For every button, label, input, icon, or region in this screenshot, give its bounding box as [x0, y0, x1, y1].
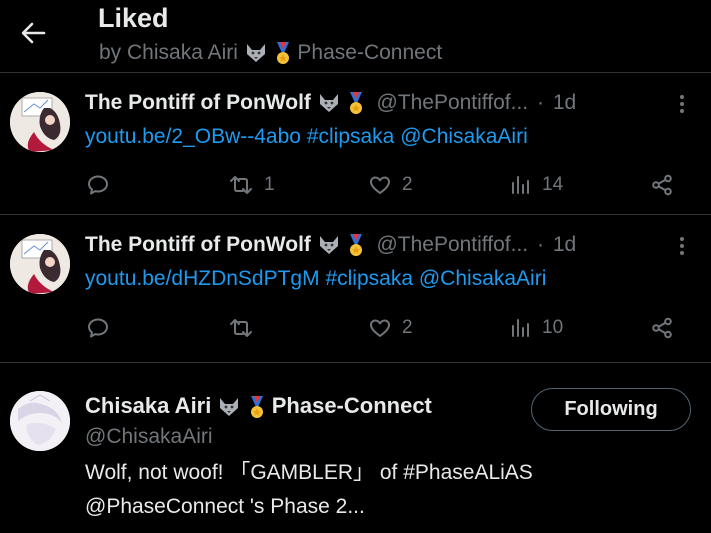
author-name[interactable]: The Pontiff of PonWolf	[85, 233, 311, 256]
avatar-image	[10, 92, 70, 152]
post-hashtag[interactable]: #clipsaka	[307, 125, 395, 148]
views-count: 10	[542, 317, 564, 338]
post-mention[interactable]: @ChisakaAiri	[419, 267, 547, 290]
medal-emoji-icon	[250, 396, 263, 419]
views-chart-icon	[512, 319, 529, 337]
repost-button[interactable]: 1	[228, 170, 275, 200]
arrow-left-icon	[21, 22, 46, 44]
separator-dot: ·	[536, 91, 544, 114]
reply-icon	[88, 175, 108, 195]
post-header: The Pontiff of PonWolf @ThePontiffof... …	[85, 233, 576, 257]
avatar-image	[10, 234, 70, 294]
wolf-emoji-icon	[319, 94, 338, 113]
post-header: The Pontiff of PonWolf @ThePontiffof... …	[85, 91, 576, 115]
wolf-emoji-icon	[319, 236, 338, 255]
page-subtitle: by Chisaka Airi Phase-Connect	[99, 41, 442, 65]
separator-dot: ·	[536, 233, 544, 256]
account-handle[interactable]: @ChisakaAiri	[85, 425, 213, 449]
like-count: 2	[402, 317, 413, 338]
post-text: youtu.be/2_OBw--4abo #clipsaka @ChisakaA…	[85, 125, 528, 149]
post-text: youtu.be/dHZDnSdPTgM #clipsaka @ChisakaA…	[85, 267, 546, 291]
post-actions: 1 2 14	[0, 170, 711, 200]
post[interactable]: The Pontiff of PonWolf @ThePontiffof... …	[0, 73, 711, 215]
author-handle[interactable]: @ThePontiffof...	[376, 233, 528, 256]
page-title: Liked	[98, 3, 169, 33]
account-bio: Wolf, not woof! 「GAMBLER」 of #PhaseALiAS…	[85, 456, 685, 524]
post-actions: 2 10	[0, 313, 711, 343]
post-time[interactable]: 1d	[553, 233, 576, 256]
following-button[interactable]: Following	[531, 388, 691, 431]
share-icon	[652, 317, 672, 339]
bio-line: Wolf, not woof! 「GAMBLER」 of #PhaseALiAS	[85, 461, 533, 484]
liked-page: Liked by Chisaka Airi Phase-Connect The …	[0, 0, 711, 533]
post-time[interactable]: 1d	[553, 91, 576, 114]
author-name[interactable]: The Pontiff of PonWolf	[85, 91, 311, 114]
like-button[interactable]: 2	[368, 313, 413, 343]
avatar[interactable]	[10, 92, 70, 152]
wolf-emoji-icon	[246, 44, 265, 63]
bio-line: @PhaseConnect 's Phase 2...	[85, 495, 365, 518]
subtitle-prefix: by Chisaka Airi	[99, 41, 238, 64]
more-vertical-icon	[680, 95, 684, 113]
avatar[interactable]	[10, 234, 70, 294]
header: Liked by Chisaka Airi Phase-Connect	[0, 0, 711, 73]
avatar-image	[10, 391, 70, 451]
repost-button[interactable]	[228, 313, 264, 343]
more-options-button[interactable]	[677, 93, 687, 117]
heart-icon	[370, 176, 390, 194]
medal-emoji-icon	[276, 42, 289, 65]
views-count: 14	[542, 174, 564, 195]
like-button[interactable]: 2	[368, 170, 413, 200]
repost-icon	[230, 319, 252, 337]
post-link[interactable]: youtu.be/dHZDnSdPTgM	[85, 267, 320, 290]
views-button[interactable]: 14	[510, 170, 563, 200]
post-link[interactable]: youtu.be/2_OBw--4abo	[85, 125, 301, 148]
heart-icon	[370, 319, 390, 337]
share-icon	[652, 174, 672, 196]
reply-icon	[88, 318, 108, 338]
account-name-suffix: Phase-Connect	[271, 393, 432, 418]
medal-emoji-icon	[349, 92, 362, 115]
more-options-button[interactable]	[677, 235, 687, 259]
author-handle[interactable]: @ThePontiffof...	[376, 91, 528, 114]
subtitle-suffix: Phase-Connect	[297, 41, 443, 64]
back-button[interactable]	[18, 18, 48, 48]
account-name[interactable]: Chisaka Airi Phase-Connect	[85, 393, 432, 419]
post-hashtag[interactable]: #clipsaka	[325, 267, 413, 290]
like-count: 2	[402, 174, 413, 195]
post-mention[interactable]: @ChisakaAiri	[400, 125, 528, 148]
views-chart-icon	[512, 176, 529, 194]
account-avatar[interactable]	[10, 391, 70, 451]
reply-button[interactable]	[86, 313, 120, 343]
repost-icon	[230, 176, 252, 194]
views-button[interactable]: 10	[510, 313, 563, 343]
more-vertical-icon	[680, 237, 684, 255]
share-button[interactable]	[650, 313, 674, 343]
account-name-text: Chisaka Airi	[85, 393, 212, 418]
post[interactable]: The Pontiff of PonWolf @ThePontiffof... …	[0, 215, 711, 363]
reply-button[interactable]	[86, 170, 120, 200]
wolf-emoji-icon	[220, 398, 239, 417]
share-button[interactable]	[650, 170, 674, 200]
medal-emoji-icon	[349, 234, 362, 257]
repost-count: 1	[264, 174, 275, 195]
